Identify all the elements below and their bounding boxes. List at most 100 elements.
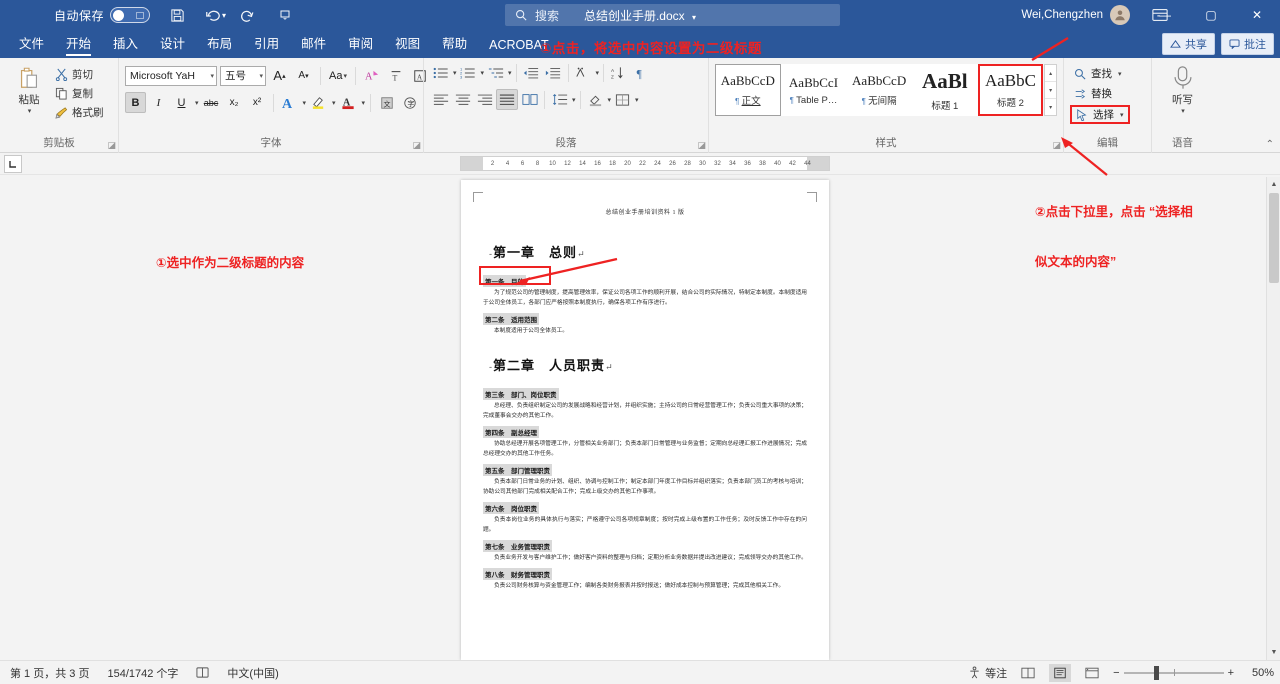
- font-dialog-launcher-icon[interactable]: ◪: [412, 140, 421, 151]
- undo-icon[interactable]: [198, 0, 228, 30]
- scroll-up-icon[interactable]: ▲: [1267, 177, 1280, 192]
- user-avatar-icon[interactable]: [1110, 5, 1130, 25]
- search-input[interactable]: 搜索: [505, 4, 840, 26]
- styles-gallery-scroll[interactable]: ▴ ▾ ▾: [1044, 64, 1057, 116]
- styles-scroll-up-icon[interactable]: ▴: [1045, 65, 1056, 82]
- distribute-icon[interactable]: [519, 89, 540, 110]
- styles-scroll-down-icon[interactable]: ▾: [1045, 82, 1056, 99]
- copy-button[interactable]: 复制: [52, 85, 107, 102]
- dictate-button[interactable]: 听写 ▾: [1160, 62, 1206, 115]
- shading-icon[interactable]: [585, 89, 606, 110]
- bold-button[interactable]: B: [125, 92, 146, 113]
- accessibility-status[interactable]: 等注: [968, 665, 1007, 681]
- tab-design[interactable]: 设计: [149, 30, 196, 58]
- line-spacing-icon[interactable]: [549, 89, 570, 110]
- scrollbar-thumb[interactable]: [1269, 193, 1279, 283]
- autosave-control[interactable]: 自动保存: [54, 7, 150, 24]
- borders-dropdown-icon[interactable]: ▾: [635, 96, 639, 104]
- find-dropdown-icon[interactable]: ▾: [1118, 70, 1122, 78]
- zoom-track[interactable]: [1124, 672, 1224, 674]
- show-formatting-marks-icon[interactable]: ¶: [630, 62, 651, 83]
- tab-insert[interactable]: 插入: [102, 30, 149, 58]
- tab-mailings[interactable]: 邮件: [290, 30, 337, 58]
- tab-help[interactable]: 帮助: [431, 30, 478, 58]
- change-case-button[interactable]: Aa▾: [327, 65, 349, 86]
- cut-button[interactable]: 剪切: [52, 66, 107, 83]
- style-item-no-spacing[interactable]: AaBbCcD ¶ 无间隔: [846, 64, 912, 116]
- shrink-font-button[interactable]: A▾: [293, 65, 314, 86]
- style-item-heading-2[interactable]: AaBbC 标题 2: [978, 64, 1044, 116]
- section-heading[interactable]: 第四条 副总经理: [483, 426, 539, 438]
- italic-button[interactable]: I: [148, 92, 169, 113]
- asian-layout-icon[interactable]: [573, 62, 594, 83]
- autosave-toggle[interactable]: [110, 7, 150, 23]
- styles-more-icon[interactable]: ▾: [1045, 99, 1056, 115]
- shading-dropdown-icon[interactable]: ▾: [608, 96, 612, 104]
- select-button[interactable]: 选择 ▾: [1070, 105, 1130, 124]
- style-item-table-p[interactable]: AaBbCcI ¶ Table P…: [781, 64, 847, 116]
- subscript-button[interactable]: x₂: [224, 92, 245, 113]
- section-heading[interactable]: 第三条 部门、岗位职责: [483, 388, 559, 400]
- numbering-dropdown-icon[interactable]: ▾: [481, 69, 485, 77]
- document-page[interactable]: 总结创业手册培训资料 1 版 -第一章 总则↵ 第一条 目的 为了规范公司的管理…: [461, 180, 829, 660]
- style-item-heading-1[interactable]: AaBl 标题 1: [912, 64, 978, 116]
- font-size-dropdown-icon[interactable]: ▾: [256, 72, 263, 80]
- font-size-combo[interactable]: 五号 ▾: [220, 66, 266, 86]
- sort-icon[interactable]: AZ: [608, 62, 629, 83]
- format-painter-button[interactable]: 格式刷: [52, 104, 107, 121]
- zoom-thumb[interactable]: [1154, 666, 1159, 680]
- underline-button[interactable]: U: [171, 92, 192, 113]
- language-indicator[interactable]: 中文(中国): [227, 665, 278, 681]
- tab-layout[interactable]: 布局: [196, 30, 243, 58]
- line-spacing-dropdown-icon[interactable]: ▾: [572, 96, 576, 104]
- superscript-button[interactable]: x²: [247, 92, 268, 113]
- page-info[interactable]: 第 1 页，共 3 页: [10, 665, 89, 681]
- font-color-icon[interactable]: A: [338, 92, 359, 113]
- character-shading-icon[interactable]: 文: [376, 92, 397, 113]
- style-item-normal[interactable]: AaBbCcD ¶ 正文: [715, 64, 781, 116]
- collapse-ribbon-icon[interactable]: ⌃: [1266, 139, 1274, 150]
- highlight-dropdown-icon[interactable]: ▾: [332, 99, 336, 107]
- font-name-combo[interactable]: Microsoft YaH ▾: [125, 66, 217, 86]
- align-right-icon[interactable]: [474, 89, 495, 110]
- replace-button[interactable]: 替换: [1070, 85, 1116, 102]
- zoom-level[interactable]: 50%: [1244, 667, 1274, 679]
- numbering-icon[interactable]: 123: [458, 62, 479, 83]
- text-effects-icon[interactable]: A: [279, 92, 300, 113]
- multilevel-list-icon[interactable]: [485, 62, 506, 83]
- zoom-in-button[interactable]: +: [1228, 667, 1234, 679]
- share-button[interactable]: 共享: [1162, 33, 1215, 55]
- section-heading[interactable]: 第六条 岗位职责: [483, 502, 539, 514]
- text-effects-dropdown-icon[interactable]: ▾: [303, 99, 307, 107]
- clipboard-dialog-launcher-icon[interactable]: ◪: [107, 140, 116, 151]
- user-account[interactable]: Wei,Chengzhen: [1021, 0, 1130, 30]
- find-button[interactable]: 查找 ▾: [1070, 65, 1126, 82]
- web-layout-icon[interactable]: [1081, 664, 1103, 682]
- asian-layout-dropdown-icon[interactable]: ▾: [596, 69, 600, 77]
- text-highlight-icon[interactable]: [308, 92, 329, 113]
- grow-font-button[interactable]: A▴: [269, 65, 290, 86]
- section-heading[interactable]: 第七条 业务管理职责: [483, 540, 552, 552]
- scroll-down-icon[interactable]: ▼: [1267, 645, 1280, 660]
- save-icon[interactable]: [162, 0, 192, 30]
- align-center-icon[interactable]: [452, 89, 473, 110]
- maximize-restore-button[interactable]: ▢: [1188, 0, 1234, 30]
- select-dropdown-icon[interactable]: ▾: [1120, 111, 1124, 119]
- horizontal-ruler[interactable]: 2 4 6 8 10 12 14 16 18 20 22 24 26 28 30…: [460, 156, 830, 171]
- section-heading[interactable]: 第五条 部门管理职责: [483, 464, 552, 476]
- enclose-character-icon[interactable]: 字: [399, 92, 420, 113]
- paragraph-dialog-launcher-icon[interactable]: ◪: [697, 140, 706, 151]
- comments-button[interactable]: 批注: [1221, 33, 1274, 55]
- zoom-out-button[interactable]: −: [1113, 667, 1119, 679]
- customize-quick-access-icon[interactable]: [270, 0, 300, 30]
- phonetic-guide-icon[interactable]: T: [386, 65, 407, 86]
- section-heading[interactable]: 第八条 财务管理职责: [483, 568, 552, 580]
- tab-stop-selector-icon[interactable]: [4, 155, 22, 173]
- align-left-icon[interactable]: [430, 89, 451, 110]
- dictate-dropdown-icon[interactable]: ▾: [1181, 107, 1185, 115]
- tab-view[interactable]: 视图: [384, 30, 431, 58]
- redo-icon[interactable]: [232, 0, 262, 30]
- tab-home[interactable]: 开始: [55, 30, 102, 58]
- zoom-slider[interactable]: − +: [1113, 667, 1234, 679]
- multilevel-dropdown-icon[interactable]: ▾: [508, 69, 512, 77]
